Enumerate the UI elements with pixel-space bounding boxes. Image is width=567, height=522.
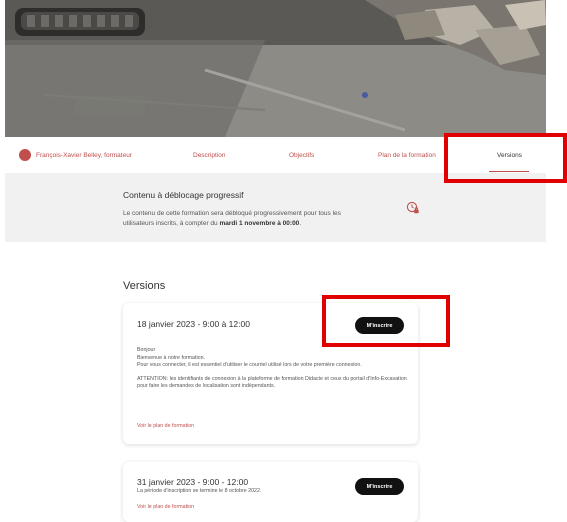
body-line: Bonjour	[137, 347, 156, 353]
body-line: Pour vous connecter, il est essentiel d'…	[137, 362, 362, 369]
avatar	[19, 149, 31, 161]
banner-desc-suffix: .	[299, 220, 302, 227]
body-line: Bienvenue à notre formation.	[137, 354, 206, 361]
version-description: Bonjour Bienvenue à notre formation. Pou…	[137, 347, 407, 391]
banner-description: Le contenu de cette formation sera déblo…	[123, 209, 373, 229]
versions-heading: Versions	[123, 280, 166, 292]
version-date: 18 janvier 2023 - 9:00 à 12:00	[137, 319, 250, 329]
version-card: 31 janvier 2023 - 9:00 - 12:00 La périod…	[123, 462, 418, 522]
view-plan-link[interactable]: Voir le plan de formation	[137, 504, 194, 510]
trainer-link[interactable]: François-Xavier Belley, formateur	[19, 137, 132, 173]
excavation-photo	[5, 0, 546, 137]
view-plan-link[interactable]: Voir le plan de formation	[137, 423, 194, 429]
hero-image	[5, 0, 546, 137]
progressive-unlock-banner: Contenu à déblocage progressif Le conten…	[5, 173, 546, 242]
register-button[interactable]: M'inscrire	[355, 478, 404, 495]
tab-plan[interactable]: Plan de la formation	[378, 137, 436, 173]
tab-objectifs[interactable]: Objectifs	[289, 137, 314, 173]
highlight-box-register-button	[322, 295, 450, 347]
banner-title: Contenu à déblocage progressif	[123, 190, 244, 200]
body-line: ATTENTION: les identifiants de connexion…	[137, 375, 407, 390]
banner-desc-date: mardi 1 novembre à 00:00	[219, 220, 300, 227]
version-date: 31 janvier 2023 - 9:00 - 12:00	[137, 477, 249, 487]
clock-lock-icon	[406, 201, 419, 214]
highlight-box-versions-tab	[444, 133, 567, 183]
trainer-name: François-Xavier Belley, formateur	[36, 151, 132, 159]
tab-description[interactable]: Description	[193, 137, 226, 173]
